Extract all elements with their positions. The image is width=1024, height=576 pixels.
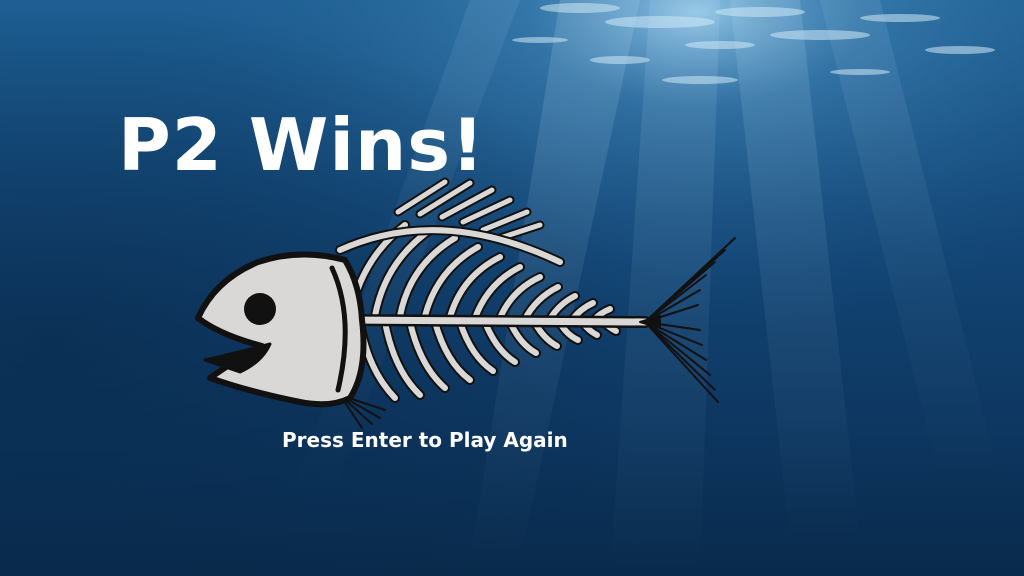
win-title: P2 Wins! xyxy=(118,103,485,187)
game-over-screen[interactable]: P2 Wins! Press Enter to Play Again xyxy=(0,0,1024,576)
fish-skeleton-icon xyxy=(195,177,736,429)
play-again-prompt[interactable]: Press Enter to Play Again xyxy=(282,425,568,455)
